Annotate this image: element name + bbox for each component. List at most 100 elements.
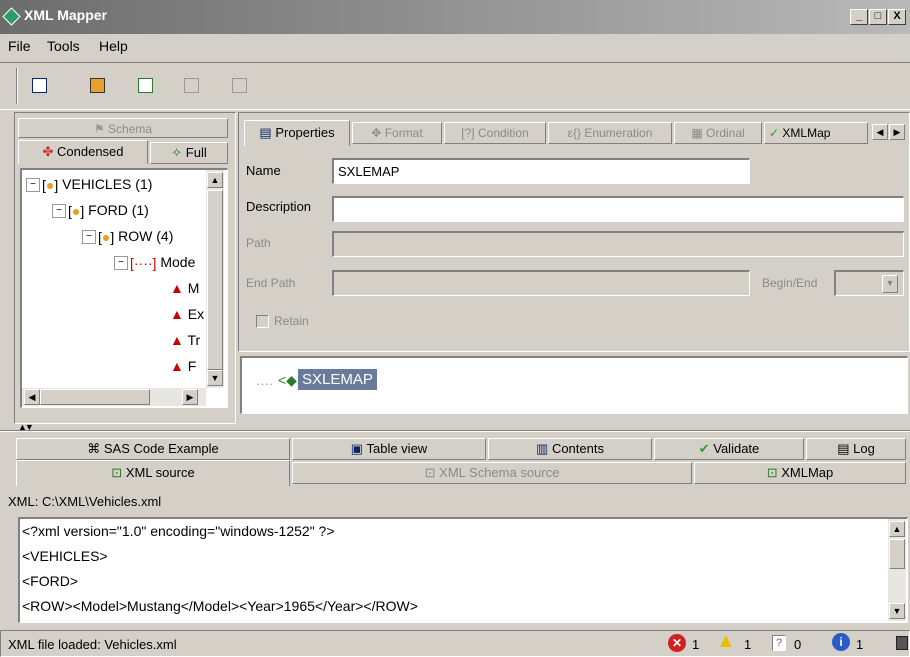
map-root-node[interactable]: SXLEMAP	[298, 369, 377, 390]
tab-scroll-right-icon[interactable]: ▶	[889, 124, 905, 140]
xml-source-editor[interactable]: <?xml version="1.0" encoding="windows-12…	[18, 517, 908, 623]
menu-tools[interactable]: Tools	[47, 38, 80, 54]
description-label: Description	[246, 199, 312, 214]
warning-icon[interactable]: ▲	[716, 630, 736, 653]
tab-table-view[interactable]: ▣ Table view	[292, 438, 486, 460]
validate-check-icon: ✔	[698, 441, 710, 456]
toolbar-separator	[16, 68, 18, 104]
tab-schema[interactable]: ⚑ Schema	[18, 118, 228, 138]
save-icon	[184, 78, 199, 93]
info-icon[interactable]: i	[832, 633, 850, 651]
tab-ordinal[interactable]: ▦ Ordinal	[674, 122, 762, 144]
open-schema-button[interactable]	[84, 72, 112, 100]
tree-node-label: Mode	[160, 254, 196, 270]
description-field[interactable]	[332, 196, 904, 222]
attribute-icon: ▲	[170, 332, 184, 348]
xml-schema-icon: ⊡	[424, 465, 436, 480]
close-button[interactable]: X	[888, 9, 906, 25]
scroll-right-icon[interactable]: ▶	[182, 389, 198, 405]
tree-node-model[interactable]: − [····] Mode	[114, 254, 195, 271]
scroll-thumb[interactable]	[889, 539, 905, 569]
tree-node-label: VEHICLES (1)	[62, 176, 153, 192]
xml-vertical-scrollbar[interactable]: ▲ ▼	[888, 519, 906, 621]
collapse-icon: −	[82, 230, 96, 245]
tree-node-label: M	[187, 280, 200, 296]
begin-end-select[interactable]: ▼	[834, 270, 904, 296]
xml-line: <FORD>	[22, 573, 79, 589]
tree-node-leaf[interactable]: ▲ F	[170, 358, 196, 374]
scroll-down-icon[interactable]: ▼	[207, 370, 223, 386]
open-map-button[interactable]	[132, 72, 160, 100]
tree-node-label: FORD (1)	[88, 202, 149, 218]
tab-condition[interactable]: [?] Condition	[444, 122, 546, 144]
tab-xml-source[interactable]: ⊡ XML source	[16, 460, 290, 486]
minimize-button[interactable]: _	[850, 9, 868, 25]
scroll-thumb[interactable]	[207, 190, 223, 370]
tree-node-leaf[interactable]: ▲ Ex	[170, 306, 204, 322]
table-view-icon: ▣	[350, 441, 364, 456]
menu-bar: File Tools Help	[0, 34, 910, 60]
scroll-left-icon[interactable]: ◀	[24, 389, 40, 405]
contents-icon: ▥	[536, 441, 549, 456]
scroll-up-icon[interactable]: ▲	[889, 521, 905, 537]
save-as-icon	[232, 78, 247, 93]
name-field[interactable]: SXLEMAP	[332, 158, 750, 184]
error-count: 1	[692, 637, 700, 652]
dropdown-arrow-icon[interactable]: ▼	[882, 275, 898, 293]
menu-file[interactable]: File	[8, 38, 31, 54]
tab-properties[interactable]: ▤ Properties	[244, 120, 350, 146]
open-schema-icon	[90, 78, 105, 93]
tab-schema-label: Schema	[108, 122, 153, 136]
collapse-icon: −	[52, 204, 66, 219]
save-as-button[interactable]	[226, 72, 254, 100]
tab-xmlmap[interactable]: ✓ XMLMap	[764, 122, 868, 144]
open-xml-button[interactable]	[26, 72, 54, 100]
scroll-up-icon[interactable]: ▲	[207, 172, 223, 188]
tab-properties-label: Properties	[275, 125, 335, 140]
tab-condensed[interactable]: ✤ Condensed	[18, 140, 148, 164]
xmlmap-source-icon: ⊡	[766, 465, 778, 480]
tab-format-label: Format	[384, 126, 423, 140]
save-button[interactable]	[178, 72, 206, 100]
schema-tree[interactable]: − [●] VEHICLES (1) − [●] FORD (1) − [●] ROW…	[20, 168, 228, 408]
menu-help[interactable]: Help	[99, 38, 128, 54]
tree-node-label: ROW (4)	[118, 228, 174, 244]
tab-log[interactable]: ▤ Log	[806, 438, 906, 460]
element-icon: [●]	[68, 203, 85, 220]
tab-xmlmap-source[interactable]: ⊡ XMLMap	[694, 462, 906, 484]
maximize-button[interactable]: □	[869, 9, 887, 25]
scroll-down-icon[interactable]: ▼	[889, 603, 905, 619]
tree-horizontal-scrollbar[interactable]: ◀ ▶	[22, 388, 206, 406]
tab-validate[interactable]: ✔ Validate	[654, 438, 804, 460]
tree-node-vehicles[interactable]: − [●] VEHICLES (1)	[26, 176, 152, 193]
tree-node-leaf[interactable]: ▲ Tr	[170, 332, 200, 348]
tab-xml-schema-source[interactable]: ⊡ XML Schema source	[292, 462, 692, 484]
map-tree[interactable]: ···· <◆> SXLEMAP	[240, 356, 908, 414]
question-icon[interactable]: ?	[772, 635, 786, 651]
tree-vertical-scrollbar[interactable]: ▲ ▼	[206, 170, 224, 388]
tab-sas-code-example[interactable]: ⌘ SAS Code Example	[16, 438, 290, 460]
end-path-field[interactable]	[332, 270, 750, 296]
app-diamond-icon	[2, 7, 21, 26]
xmlmap-check-icon: ✓	[769, 126, 780, 140]
tree-node-ford[interactable]: − [●] FORD (1)	[52, 202, 149, 219]
xml-line: <ROW><Model>Mustang</Model><Year>1965</Y…	[22, 598, 418, 614]
title-bar[interactable]: XML Mapper _ □ X	[0, 0, 910, 34]
tree-node-row[interactable]: − [●] ROW (4)	[82, 228, 173, 245]
tab-log-label: Log	[853, 441, 875, 456]
tab-enumeration[interactable]: ε{} Enumeration	[548, 122, 672, 144]
tab-contents[interactable]: ▥ Contents	[488, 438, 652, 460]
retain-checkbox[interactable]	[256, 315, 269, 328]
tab-validate-label: Validate	[713, 441, 760, 456]
tree-node-leaf[interactable]: ▲ M	[170, 280, 199, 296]
path-field[interactable]	[332, 231, 904, 257]
enumeration-icon: ε{}	[567, 126, 581, 140]
properties-icon: ▤	[259, 125, 272, 140]
tab-full[interactable]: ✧ Full	[150, 142, 228, 164]
tab-format[interactable]: ✥ Format	[352, 122, 442, 144]
tab-scroll-left-icon[interactable]: ◀	[872, 124, 888, 140]
error-icon[interactable]: ✕	[668, 634, 686, 652]
element-icon: [●]	[98, 229, 115, 246]
window-title: XML Mapper	[24, 7, 107, 23]
scroll-thumb[interactable]	[40, 389, 150, 405]
